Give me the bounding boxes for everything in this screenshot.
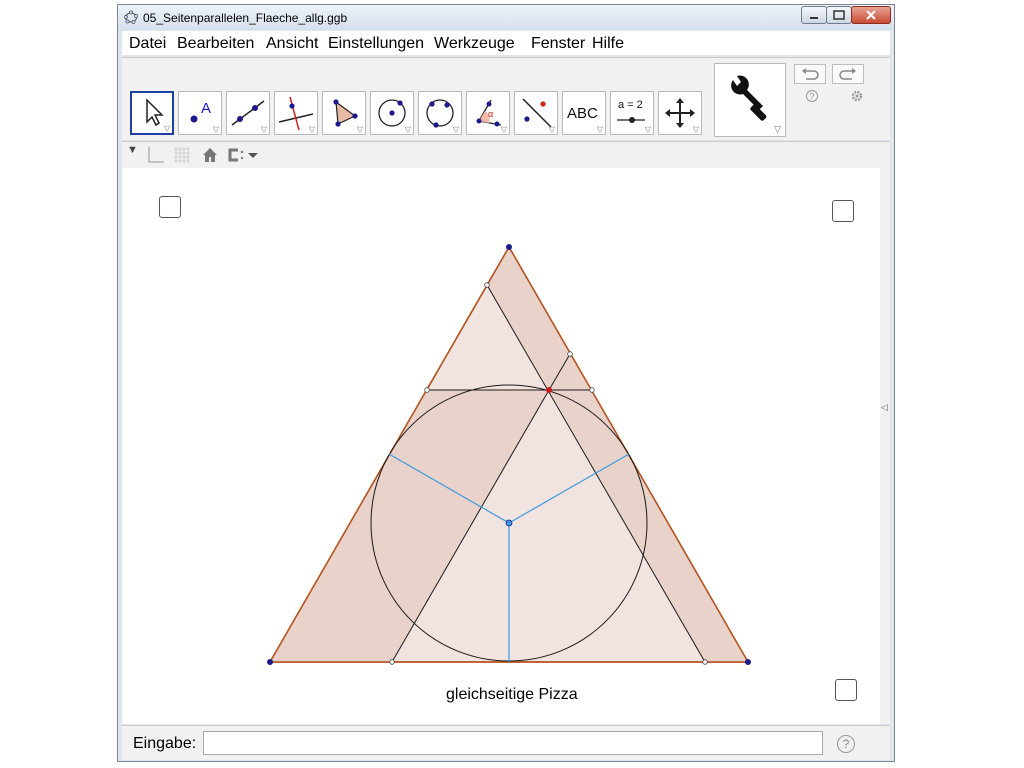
aux-point[interactable] xyxy=(484,282,490,288)
line-tool-button[interactable]: ▽ xyxy=(226,91,270,135)
perpendicular-line-tool-button[interactable]: ▽ xyxy=(274,91,318,135)
aux-point[interactable] xyxy=(702,659,708,665)
construction-canvas[interactable] xyxy=(122,168,880,724)
chevron-left-icon: ◁ xyxy=(881,402,888,412)
menu-einstellungen[interactable]: Einstellungen xyxy=(328,35,424,53)
sidebar-toggle[interactable]: ◁ xyxy=(880,168,890,724)
menu-ansicht[interactable]: Ansicht xyxy=(266,35,318,53)
pizza-label: gleichseitige Pizza xyxy=(446,686,578,703)
redo-button[interactable] xyxy=(832,64,864,84)
menu-bearbeiten[interactable]: Bearbeiten xyxy=(177,35,254,53)
grid-toggle-icon[interactable] xyxy=(172,145,192,165)
menu-bar: Datei Bearbeiten Ansicht Einstellungen W… xyxy=(122,31,890,55)
checkbox-top-left[interactable] xyxy=(159,196,181,218)
menu-fenster[interactable]: Fenster xyxy=(531,35,585,53)
circle-center-point-tool-button[interactable]: ▽ xyxy=(370,91,414,135)
close-icon xyxy=(866,10,876,20)
help-icon[interactable]: ? xyxy=(805,89,819,103)
aux-point[interactable] xyxy=(589,387,595,393)
input-field[interactable] xyxy=(203,731,823,755)
vertex-bottom-right[interactable] xyxy=(745,659,751,665)
home-icon[interactable] xyxy=(201,146,219,164)
input-help-icon[interactable]: ? xyxy=(837,735,855,753)
menu-werkzeuge[interactable]: Werkzeuge xyxy=(434,35,515,53)
toolbar: ▽ A ▽ ▽ ▽ ▽ ▽ ▽ α ▽ ▽ ABC ▽ a = 2 ▽ ▽ ▽ … xyxy=(122,57,890,140)
maximize-icon xyxy=(833,10,845,20)
title-bar: 05_Seitenparallelen_Flaeche_allg.ggb xyxy=(118,5,894,30)
angle-tool-glyph: α xyxy=(488,109,493,119)
text-tool-icon: ABC xyxy=(567,105,598,122)
circle-three-points-tool-button[interactable]: ▽ xyxy=(418,91,462,135)
redo-icon xyxy=(839,68,856,80)
close-button[interactable] xyxy=(851,6,891,24)
aux-point[interactable] xyxy=(389,659,395,665)
inner-point[interactable] xyxy=(546,387,552,393)
input-label: Eingabe: xyxy=(133,735,197,752)
window-title: 05_Seitenparallelen_Flaeche_allg.ggb xyxy=(143,11,348,25)
incenter-point[interactable] xyxy=(505,519,513,527)
angle-tool-button[interactable]: α ▽ xyxy=(466,91,510,135)
geogebra-window: 05_Seitenparallelen_Flaeche_allg.ggb Dat… xyxy=(117,4,895,762)
point-tool-glyph: A xyxy=(201,100,211,117)
menu-hilfe[interactable]: Hilfe xyxy=(592,35,624,53)
minimize-button[interactable] xyxy=(801,6,827,24)
undo-icon xyxy=(802,68,819,80)
vertex-bottom-left[interactable] xyxy=(267,659,273,665)
aux-point[interactable] xyxy=(567,351,573,357)
text-tool-button[interactable]: ABC ▽ xyxy=(562,91,606,135)
menu-datei[interactable]: Datei xyxy=(129,35,166,53)
minimize-icon xyxy=(810,17,818,19)
aux-point[interactable] xyxy=(424,387,430,393)
toggle-style-bar-icon[interactable]: ▼ xyxy=(127,144,138,156)
move-graphics-view-tool-button[interactable]: ▽ xyxy=(658,91,702,135)
input-bar: Eingabe: ? xyxy=(122,725,890,760)
customize-toolbar-button[interactable]: ▽ xyxy=(714,63,786,137)
gear-icon[interactable] xyxy=(849,88,865,104)
point-tool-button[interactable]: A ▽ xyxy=(178,91,222,135)
checkbox-bottom-right[interactable] xyxy=(835,679,857,701)
graphics-view[interactable]: gleichseitige Pizza xyxy=(122,168,880,724)
point-capturing-icon[interactable] xyxy=(226,146,260,164)
svg-text:?: ? xyxy=(809,92,814,102)
undo-button[interactable] xyxy=(794,64,826,84)
move-tool-button[interactable]: ▽ xyxy=(130,91,174,135)
geogebra-app-icon xyxy=(124,10,138,24)
axes-toggle-icon[interactable] xyxy=(144,145,166,165)
maximize-button[interactable] xyxy=(826,6,852,24)
slider-tool-button[interactable]: a = 2 ▽ xyxy=(610,91,654,135)
polygon-tool-button[interactable]: ▽ xyxy=(322,91,366,135)
style-bar: ▼ xyxy=(122,141,890,169)
reflect-tool-button[interactable]: ▽ xyxy=(514,91,558,135)
checkbox-top-right[interactable] xyxy=(832,200,854,222)
vertex-top[interactable] xyxy=(506,244,512,250)
